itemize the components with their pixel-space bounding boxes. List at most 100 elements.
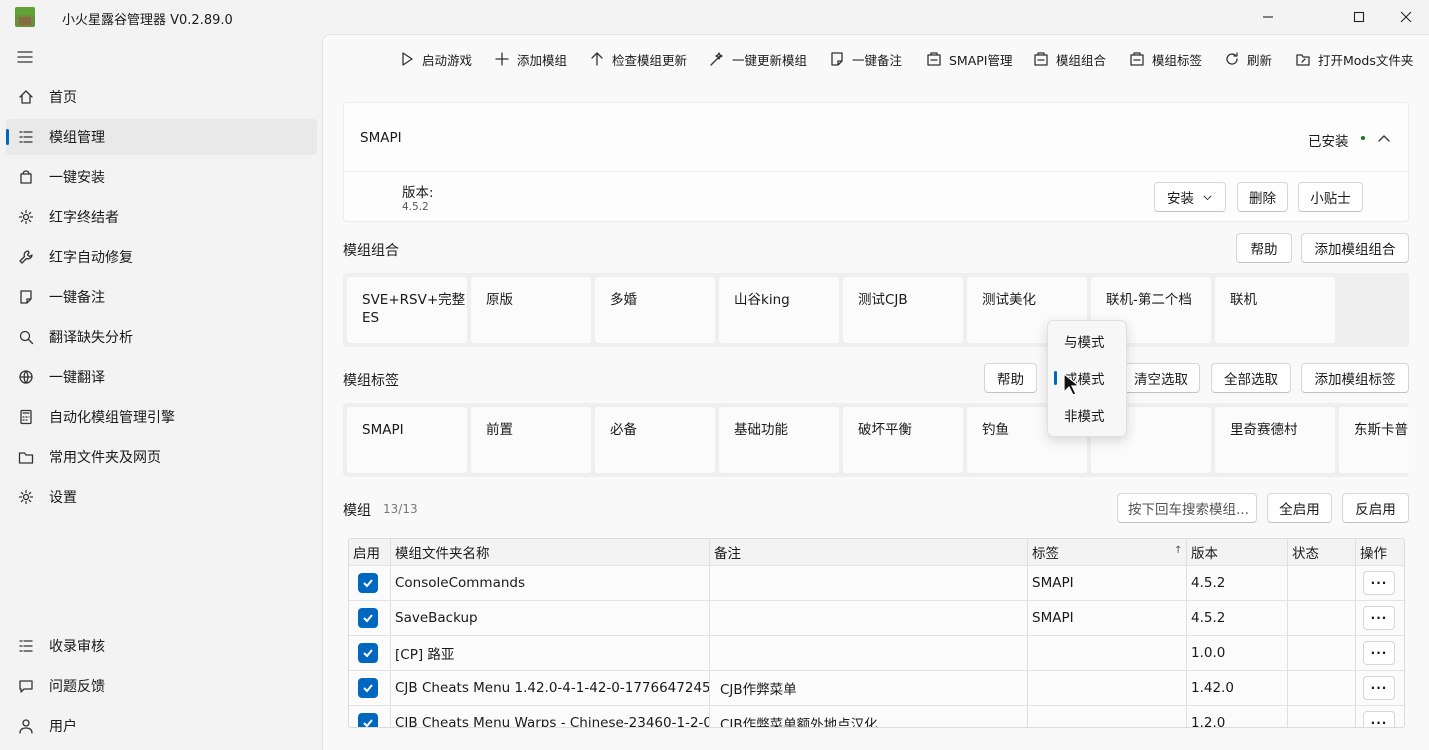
group-tile[interactable]: SVE+RSV+完整ES bbox=[347, 277, 467, 343]
tag-tile[interactable]: SMAPI bbox=[347, 407, 467, 473]
column-header[interactable]: 操作 bbox=[1356, 539, 1404, 565]
tags-help-button[interactable]: 帮助 bbox=[984, 363, 1037, 393]
sidebar-item-5[interactable]: 一键备注 bbox=[6, 279, 317, 315]
mod-tags-button[interactable]: 模组标签 bbox=[1129, 49, 1202, 69]
group-tile[interactable]: 山谷king bbox=[719, 277, 839, 343]
select-all-button[interactable]: 全部选取 bbox=[1211, 363, 1291, 393]
table-row: CJB Cheats Menu 1.42.0-4-1-42-0-17766472… bbox=[349, 671, 1404, 706]
sidebar-item-bottom-0[interactable]: 收录审核 bbox=[6, 628, 317, 664]
group-tile[interactable]: 原版 bbox=[471, 277, 591, 343]
group-tile[interactable]: 测试CJB bbox=[843, 277, 963, 343]
tips-button[interactable]: 小贴士 bbox=[1298, 182, 1363, 212]
cell-note bbox=[710, 636, 1028, 670]
group-tile[interactable]: 多婚 bbox=[595, 277, 715, 343]
sidebar-item-bottom-1[interactable]: 问题反馈 bbox=[6, 668, 317, 704]
more-actions-button[interactable]: ··· bbox=[1363, 606, 1395, 630]
more-actions-button[interactable]: ··· bbox=[1363, 676, 1395, 700]
enable-checkbox[interactable] bbox=[358, 573, 378, 593]
add-tag-button[interactable]: 添加模组标签 bbox=[1301, 363, 1409, 393]
column-header[interactable]: 版本 bbox=[1187, 539, 1288, 565]
sidebar-item-8[interactable]: 自动化模组管理引擎 bbox=[6, 399, 317, 435]
calculator-icon bbox=[18, 409, 34, 425]
check-updates-button[interactable]: 检查模组更新 bbox=[589, 49, 687, 69]
minimize-button[interactable] bbox=[1245, 0, 1291, 34]
mode-menu-item[interactable]: 非模式 bbox=[1052, 399, 1123, 431]
folder-link-icon bbox=[1295, 51, 1311, 67]
tag-tile[interactable]: 基础功能 bbox=[719, 407, 839, 473]
sidebar-item-7[interactable]: 一键翻译 bbox=[6, 359, 317, 395]
divider bbox=[344, 171, 1408, 172]
delete-button[interactable]: 删除 bbox=[1237, 182, 1288, 212]
tags-strip: SMAPI前置必备基础功能破坏平衡钓鱼UI里奇赛德村东斯卡普 bbox=[343, 403, 1409, 477]
refresh-button[interactable]: 刷新 bbox=[1224, 49, 1272, 69]
refresh-icon bbox=[1224, 51, 1240, 67]
sidebar-item-6[interactable]: 翻译缺失分析 bbox=[6, 319, 317, 355]
smapi-manage-button[interactable]: SMAPI管理 bbox=[926, 49, 1013, 69]
tags-title: 模组标签 bbox=[343, 373, 399, 389]
actions-cell: ··· bbox=[1356, 566, 1404, 600]
cell-tag: SMAPI bbox=[1028, 566, 1187, 600]
clear-selection-button[interactable]: 清空选取 bbox=[1122, 363, 1200, 393]
sidebar-item-10[interactable]: 设置 bbox=[6, 479, 317, 515]
column-header[interactable]: 标签 bbox=[1028, 539, 1187, 565]
cell-status bbox=[1288, 601, 1356, 635]
install-dropdown-button[interactable]: 安装 bbox=[1154, 182, 1226, 212]
groups-help-button[interactable]: 帮助 bbox=[1236, 233, 1292, 263]
cell-status bbox=[1288, 566, 1356, 600]
cell-version: 4.5.2 bbox=[1187, 601, 1288, 635]
mode-menu-item[interactable]: 与模式 bbox=[1052, 325, 1123, 357]
sidebar-item-label: 一键备注 bbox=[49, 290, 105, 306]
enable-checkbox[interactable] bbox=[358, 678, 378, 698]
sidebar-item-bottom-2[interactable]: 用户 bbox=[6, 708, 317, 744]
sidebar-item-3[interactable]: 红字终结者 bbox=[6, 199, 317, 235]
enable-checkbox[interactable] bbox=[358, 643, 378, 663]
add-mod-button[interactable]: 添加模组 bbox=[494, 49, 567, 69]
enable-all-button[interactable]: 全启用 bbox=[1267, 493, 1332, 523]
package-icon bbox=[1033, 51, 1049, 67]
check-icon bbox=[363, 649, 373, 658]
sidebar-item-label: 一键翻译 bbox=[49, 370, 105, 386]
update-all-button[interactable]: 一键更新模组 bbox=[709, 49, 807, 69]
actions-cell: ··· bbox=[1356, 601, 1404, 635]
group-tile[interactable]: 联机 bbox=[1215, 277, 1335, 343]
more-actions-button[interactable]: ··· bbox=[1363, 571, 1395, 595]
open-mods-folder-button[interactable]: 打开Mods文件夹 bbox=[1295, 49, 1413, 69]
cell-version: 1.2.0 bbox=[1187, 706, 1288, 727]
more-actions-button[interactable]: ··· bbox=[1363, 711, 1395, 727]
column-header[interactable]: 启用 bbox=[349, 539, 391, 565]
tag-tile[interactable]: 破坏平衡 bbox=[843, 407, 963, 473]
column-header[interactable]: 备注 bbox=[710, 539, 1028, 565]
sidebar-item-0[interactable]: 首页 bbox=[6, 79, 317, 115]
sidebar-item-9[interactable]: 常用文件夹及网页 bbox=[6, 439, 317, 475]
close-button[interactable] bbox=[1383, 0, 1429, 34]
more-actions-button[interactable]: ··· bbox=[1363, 641, 1395, 665]
cell-tag bbox=[1028, 706, 1187, 727]
quick-note-button[interactable]: 一键备注 bbox=[829, 49, 902, 69]
sidebar-item-label: 收录审核 bbox=[49, 639, 105, 655]
invert-enable-button[interactable]: 反启用 bbox=[1342, 493, 1409, 523]
version-value: 4.5.2 bbox=[402, 201, 429, 213]
check-icon bbox=[363, 614, 373, 623]
tag-tile[interactable]: 前置 bbox=[471, 407, 591, 473]
mod-groups-button[interactable]: 模组组合 bbox=[1033, 49, 1106, 69]
search-input[interactable]: 按下回车搜索模组... bbox=[1117, 493, 1257, 523]
sidebar-item-1[interactable]: 模组管理 bbox=[6, 119, 317, 155]
status-dot-icon bbox=[1361, 136, 1365, 140]
add-group-button[interactable]: 添加模组组合 bbox=[1301, 233, 1409, 263]
enable-checkbox[interactable] bbox=[358, 713, 378, 727]
launch-game-button[interactable]: 启动游戏 bbox=[399, 49, 472, 69]
column-header[interactable]: 模组文件夹名称 bbox=[391, 539, 710, 565]
title-bar: 小火星露谷管理器 V0.2.89.0 bbox=[0, 0, 1429, 34]
enable-checkbox[interactable] bbox=[358, 608, 378, 628]
hamburger-menu-icon[interactable] bbox=[16, 48, 34, 66]
tag-tile[interactable]: 必备 bbox=[595, 407, 715, 473]
tag-tile[interactable]: 东斯卡普 bbox=[1339, 407, 1409, 473]
tag-tile[interactable]: 里奇赛德村 bbox=[1215, 407, 1335, 473]
chevron-up-icon[interactable] bbox=[1376, 130, 1392, 146]
package-icon bbox=[1129, 51, 1145, 67]
sidebar-item-4[interactable]: 红字自动修复 bbox=[6, 239, 317, 275]
sort-arrow-icon: ↑ bbox=[1174, 545, 1183, 556]
column-header[interactable]: 状态 bbox=[1288, 539, 1356, 565]
maximize-button[interactable] bbox=[1336, 0, 1382, 34]
sidebar-item-2[interactable]: 一键安装 bbox=[6, 159, 317, 195]
